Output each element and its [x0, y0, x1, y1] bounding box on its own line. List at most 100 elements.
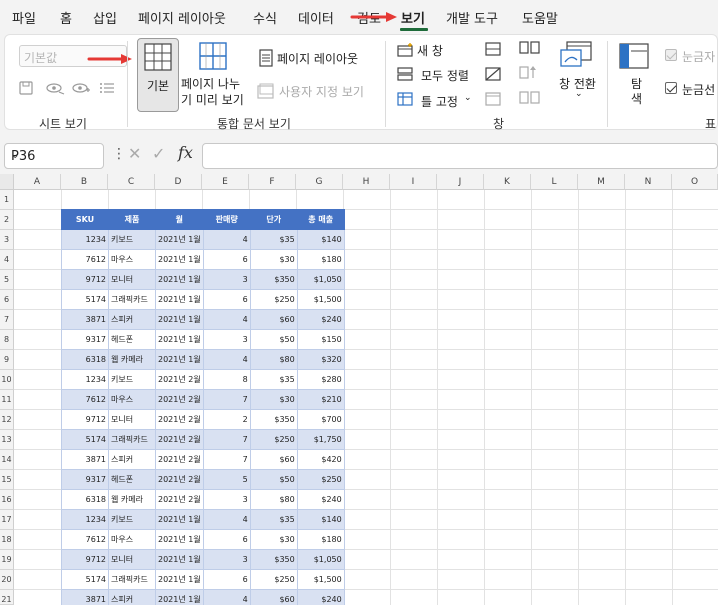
cell-quantity[interactable]: 2	[202, 409, 251, 430]
cell-product[interactable]: 스피커	[108, 449, 156, 470]
cell-unit-price[interactable]: $250	[249, 569, 298, 590]
cell-month[interactable]: 2021년 1월	[155, 569, 204, 590]
cell-total-sales[interactable]: $1,050	[296, 549, 345, 570]
cell-total-sales[interactable]: $320	[296, 349, 345, 370]
cell-unit-price[interactable]: $60	[249, 309, 298, 330]
cell-unit-price[interactable]: $350	[249, 549, 298, 570]
menu-view[interactable]: 보기	[401, 8, 425, 27]
cell-product[interactable]: 마우스	[108, 249, 156, 270]
row-header[interactable]: 17	[0, 510, 14, 530]
header-cell-unit-price[interactable]: 단가	[249, 209, 298, 230]
cell-unit-price[interactable]: $250	[249, 429, 298, 450]
exit-view-icon[interactable]	[45, 81, 65, 95]
formula-input[interactable]	[202, 143, 718, 169]
cell-month[interactable]: 2021년 1월	[155, 549, 204, 570]
cell-total-sales[interactable]: $150	[296, 329, 345, 350]
cell-month[interactable]: 2021년 2월	[155, 409, 204, 430]
cell-unit-price[interactable]: $35	[249, 509, 298, 530]
column-header-d[interactable]: D	[155, 174, 202, 190]
cell-unit-price[interactable]: $35	[249, 229, 298, 250]
cell-quantity[interactable]: 6	[202, 289, 251, 310]
cell-month[interactable]: 2021년 1월	[155, 289, 204, 310]
cell-total-sales[interactable]: $700	[296, 409, 345, 430]
column-header-b[interactable]: B	[61, 174, 108, 190]
cell-month[interactable]: 2021년 1월	[155, 329, 204, 350]
cell-sku[interactable]: 1234	[61, 229, 109, 250]
cell-unit-price[interactable]: $250	[249, 289, 298, 310]
row-header[interactable]: 19	[0, 550, 14, 570]
header-cell-sku[interactable]: SKU	[61, 209, 109, 230]
cell-total-sales[interactable]: $1,050	[296, 269, 345, 290]
column-header-l[interactable]: L	[531, 174, 578, 190]
cell-product[interactable]: 헤드폰	[108, 329, 156, 350]
enter-icon[interactable]: ✓	[152, 144, 165, 163]
insert-function-icon[interactable]: fx	[178, 143, 193, 162]
menu-help[interactable]: 도움말	[522, 8, 558, 27]
row-header[interactable]: 21	[0, 590, 14, 605]
cell-month[interactable]: 2021년 1월	[155, 309, 204, 330]
cell-sku[interactable]: 3871	[61, 449, 109, 470]
cell-sku[interactable]: 9317	[61, 469, 109, 490]
column-header-o[interactable]: O	[672, 174, 718, 190]
save-view-icon[interactable]	[19, 81, 33, 95]
row-header[interactable]: 12	[0, 410, 14, 430]
menu-developer[interactable]: 개발 도구	[446, 8, 498, 27]
row-header[interactable]: 9	[0, 350, 14, 370]
cell-sku[interactable]: 9712	[61, 549, 109, 570]
row-header[interactable]: 7	[0, 310, 14, 330]
cell-total-sales[interactable]: $240	[296, 489, 345, 510]
column-header-h[interactable]: H	[343, 174, 390, 190]
menu-insert[interactable]: 삽입	[93, 8, 117, 27]
row-header[interactable]: 11	[0, 390, 14, 410]
cell-quantity[interactable]: 3	[202, 549, 251, 570]
cell-month[interactable]: 2021년 1월	[155, 249, 204, 270]
cell-quantity[interactable]: 7	[202, 429, 251, 450]
menu-file[interactable]: 파일	[12, 8, 36, 27]
cell-sku[interactable]: 6318	[61, 489, 109, 510]
cell-month[interactable]: 2021년 1월	[155, 529, 204, 550]
cell-unit-price[interactable]: $50	[249, 329, 298, 350]
cell-unit-price[interactable]: $35	[249, 369, 298, 390]
cell-month[interactable]: 2021년 2월	[155, 389, 204, 410]
row-header[interactable]: 20	[0, 570, 14, 590]
chevron-down-icon[interactable]: ⌄	[575, 89, 583, 99]
cell-sku[interactable]: 5174	[61, 289, 109, 310]
menu-page-layout[interactable]: 페이지 레이아웃	[138, 8, 226, 27]
cell-total-sales[interactable]: $1,500	[296, 289, 345, 310]
cell-total-sales[interactable]: $240	[296, 589, 345, 605]
cell-product[interactable]: 헤드폰	[108, 469, 156, 490]
column-header-f[interactable]: F	[249, 174, 296, 190]
cell-unit-price[interactable]: $60	[249, 589, 298, 605]
column-header-k[interactable]: K	[484, 174, 531, 190]
cell-total-sales[interactable]: $1,500	[296, 569, 345, 590]
cell-total-sales[interactable]: $420	[296, 449, 345, 470]
cell-quantity[interactable]: 7	[202, 389, 251, 410]
cell-product[interactable]: 키보드	[108, 509, 156, 530]
cell-sku[interactable]: 9712	[61, 269, 109, 290]
cell-quantity[interactable]: 3	[202, 269, 251, 290]
column-header-m[interactable]: M	[578, 174, 625, 190]
row-header[interactable]: 5	[0, 270, 14, 290]
cell-sku[interactable]: 9712	[61, 409, 109, 430]
freeze-panes-button[interactable]: 틀 고정	[421, 93, 458, 110]
header-cell-month[interactable]: 월	[155, 209, 204, 230]
arrange-all-button[interactable]: 모두 정렬	[421, 67, 469, 84]
cell-quantity[interactable]: 8	[202, 369, 251, 390]
cell-product[interactable]: 키보드	[108, 229, 156, 250]
cell-unit-price[interactable]: $30	[249, 249, 298, 270]
select-all-corner[interactable]	[0, 174, 14, 190]
cell-quantity[interactable]: 4	[202, 349, 251, 370]
menu-home[interactable]: 홈	[60, 8, 72, 27]
cell-month[interactable]: 2021년 1월	[155, 349, 204, 370]
cell-month[interactable]: 2021년 2월	[155, 489, 204, 510]
unhide-icon[interactable]	[485, 92, 501, 106]
cell-total-sales[interactable]: $140	[296, 229, 345, 250]
page-break-preview-label-1[interactable]: 페이지 나누	[181, 75, 240, 92]
row-header[interactable]: 6	[0, 290, 14, 310]
row-header[interactable]: 18	[0, 530, 14, 550]
row-header[interactable]: 2	[0, 210, 14, 230]
cell-product[interactable]: 스피커	[108, 589, 156, 605]
more-options-icon[interactable]: ⋮	[112, 146, 126, 162]
cell-quantity[interactable]: 6	[202, 249, 251, 270]
split-icon[interactable]	[485, 42, 501, 56]
